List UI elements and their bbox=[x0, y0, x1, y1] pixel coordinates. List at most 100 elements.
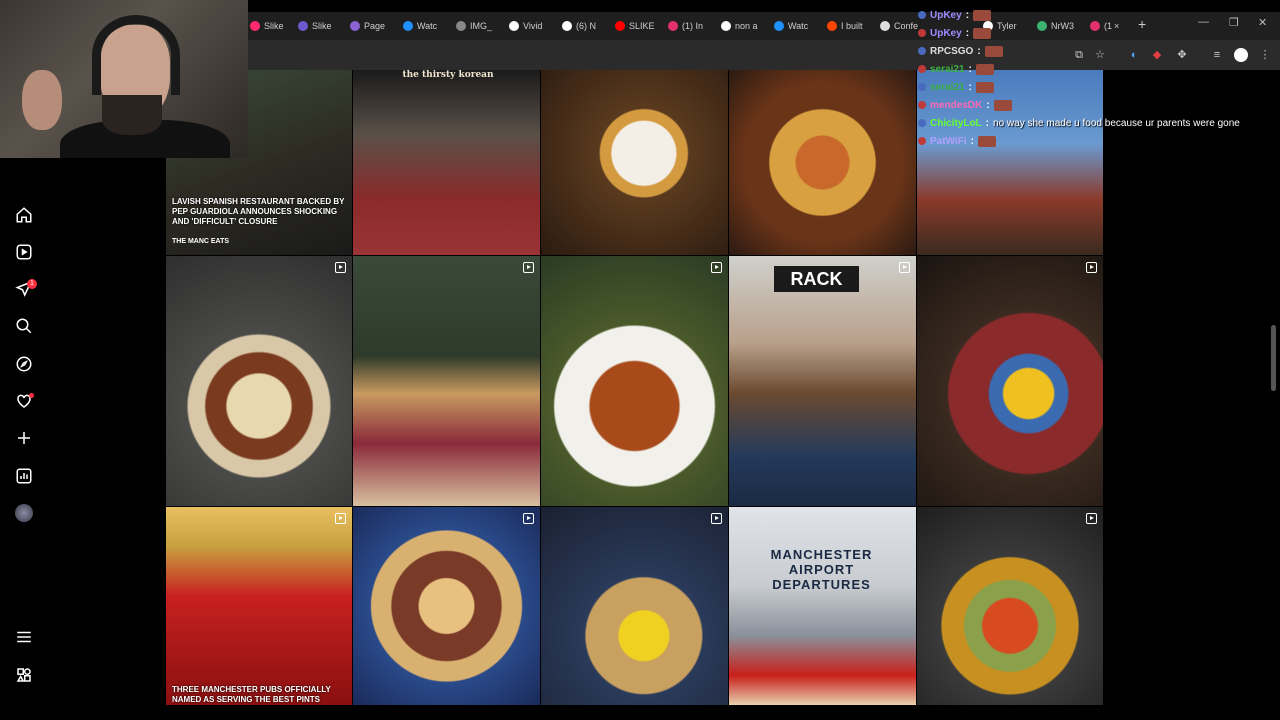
reel-icon bbox=[711, 513, 722, 524]
explore-post-tile[interactable] bbox=[729, 70, 916, 255]
browser-tab[interactable]: SLIKE bbox=[615, 17, 665, 35]
browser-tab[interactable]: Vivid bbox=[509, 17, 559, 35]
tab-favicon-icon bbox=[721, 21, 731, 31]
explore-grid: LAVISH SPANISH RESTAURANT BACKED BY PEP … bbox=[166, 70, 1104, 706]
create-icon[interactable] bbox=[15, 429, 33, 447]
chat-message: serai21: bbox=[918, 78, 1278, 96]
chat-separator: : bbox=[986, 99, 990, 111]
chat-separator: : bbox=[968, 81, 972, 93]
browser-tab[interactable]: Page bbox=[350, 17, 400, 35]
chat-badge-icon bbox=[918, 137, 926, 145]
tab-label: (1) In bbox=[682, 21, 704, 31]
webcam-hand bbox=[22, 70, 62, 130]
chat-text: no way she made u food because ur parent… bbox=[993, 117, 1240, 129]
webcam-headphones bbox=[92, 15, 180, 95]
chat-username: RPCSGO bbox=[930, 45, 974, 57]
profile-avatar[interactable] bbox=[15, 504, 33, 522]
chat-badge-icon bbox=[918, 65, 926, 73]
explore-post-tile[interactable] bbox=[353, 256, 540, 506]
tab-favicon-icon bbox=[827, 21, 837, 31]
explore-post-tile[interactable] bbox=[541, 70, 728, 255]
browser-tab[interactable]: I built bbox=[827, 17, 877, 35]
search-icon[interactable] bbox=[15, 317, 33, 335]
chat-message: ChicityLoL: no way she made u food becaus… bbox=[918, 114, 1278, 132]
home-icon[interactable] bbox=[15, 206, 33, 224]
chat-separator: : bbox=[968, 63, 972, 75]
explore-post-tile[interactable] bbox=[541, 256, 728, 506]
stream-chat-overlay: UpKey: UpKey: RPCSGO: serai21: serai21: mende… bbox=[918, 6, 1278, 150]
browser-tab[interactable]: Watc bbox=[774, 17, 824, 35]
reels-icon[interactable] bbox=[15, 243, 33, 261]
tab-label: Slike bbox=[312, 21, 332, 31]
chat-emote-icon bbox=[975, 81, 994, 93]
chat-badge-icon bbox=[918, 29, 926, 37]
chat-message: RPCSGO: bbox=[918, 42, 1278, 60]
brand-logo: THE MANC EATS bbox=[172, 238, 230, 245]
chat-separator: : bbox=[970, 135, 974, 147]
chat-message: UpKey: bbox=[918, 6, 1278, 24]
chat-username: UpKey bbox=[930, 9, 962, 21]
tab-label: (6) N bbox=[576, 21, 596, 31]
explore-post-tile[interactable] bbox=[166, 256, 352, 506]
chat-emote-icon bbox=[977, 135, 996, 147]
chat-badge-icon bbox=[918, 47, 926, 55]
browser-tab[interactable]: non a bbox=[721, 17, 771, 35]
tab-label: Vivid bbox=[523, 21, 543, 31]
chat-badge-icon bbox=[918, 101, 926, 109]
browser-tab[interactable]: (1) In bbox=[668, 17, 718, 35]
tab-favicon-icon bbox=[456, 21, 466, 31]
chat-username: mendesDK bbox=[930, 99, 983, 111]
explore-post-tile[interactable] bbox=[541, 507, 728, 705]
reel-icon bbox=[523, 262, 534, 273]
threads-icon[interactable] bbox=[15, 666, 33, 684]
page-scrollbar[interactable] bbox=[1271, 325, 1276, 391]
chat-username: UpKey bbox=[930, 27, 962, 39]
menu-icon[interactable] bbox=[15, 628, 33, 646]
reel-icon bbox=[1086, 513, 1097, 524]
reel-icon bbox=[335, 262, 346, 273]
chat-emote-icon bbox=[984, 45, 1003, 57]
chat-badge-icon bbox=[918, 83, 926, 91]
reel-icon bbox=[899, 262, 910, 273]
chat-username: serai21 bbox=[930, 81, 965, 93]
explore-post-tile[interactable] bbox=[353, 507, 540, 705]
chat-emote-icon bbox=[973, 27, 992, 39]
tab-label: I built bbox=[841, 21, 863, 31]
chat-emote-icon bbox=[993, 99, 1012, 111]
tab-label: Confe bbox=[894, 21, 919, 31]
tab-label: Watc bbox=[417, 21, 438, 31]
photo-sign-text: MANCHESTER AIRPORT DEPARTURES bbox=[770, 547, 873, 592]
photo-sign-text: the thirsty korean bbox=[402, 70, 494, 80]
chat-message: PatWiFi: bbox=[918, 132, 1278, 150]
tab-favicon-icon bbox=[403, 21, 413, 31]
notification-dot bbox=[29, 393, 34, 398]
explore-post-tile[interactable] bbox=[917, 256, 1103, 506]
photo-sign-text: RACK bbox=[774, 266, 859, 292]
post-caption-overlay: LAVISH SPANISH RESTAURANT BACKED BY PEP … bbox=[172, 197, 345, 226]
browser-tab[interactable]: Slike bbox=[250, 17, 300, 35]
explore-post-tile[interactable]: MANCHESTER AIRPORT DEPARTURES bbox=[729, 507, 916, 705]
explore-icon[interactable] bbox=[15, 355, 33, 373]
reel-icon bbox=[335, 513, 346, 524]
explore-post-tile[interactable]: the thirsty korean bbox=[353, 70, 540, 255]
tab-favicon-icon bbox=[350, 21, 360, 31]
browser-tab[interactable]: (6) N bbox=[562, 17, 612, 35]
chat-badge-icon bbox=[918, 119, 926, 127]
browser-tab[interactable]: Slike bbox=[298, 17, 348, 35]
explore-post-tile[interactable]: THREE MANCHESTER PUBS OFFICIALLY NAMED A… bbox=[166, 507, 352, 705]
chat-username: PatWiFi bbox=[930, 135, 967, 147]
dashboard-icon[interactable] bbox=[15, 467, 33, 485]
post-caption-overlay: THREE MANCHESTER PUBS OFFICIALLY NAMED A… bbox=[172, 685, 331, 704]
chat-message: mendesDK: bbox=[918, 96, 1278, 114]
reel-icon bbox=[1086, 262, 1097, 273]
explore-post-tile[interactable]: RACK bbox=[729, 256, 916, 506]
browser-tab[interactable]: IMG_ bbox=[456, 17, 506, 35]
chat-separator: : bbox=[965, 9, 970, 21]
chat-separator: : bbox=[977, 45, 981, 57]
chat-username: ChicityLoL bbox=[930, 117, 982, 129]
explore-post-tile[interactable] bbox=[917, 507, 1103, 705]
reel-icon bbox=[523, 513, 534, 524]
webcam-beard bbox=[102, 95, 162, 135]
browser-tab[interactable]: Watc bbox=[403, 17, 453, 35]
tab-label: Page bbox=[364, 21, 386, 31]
